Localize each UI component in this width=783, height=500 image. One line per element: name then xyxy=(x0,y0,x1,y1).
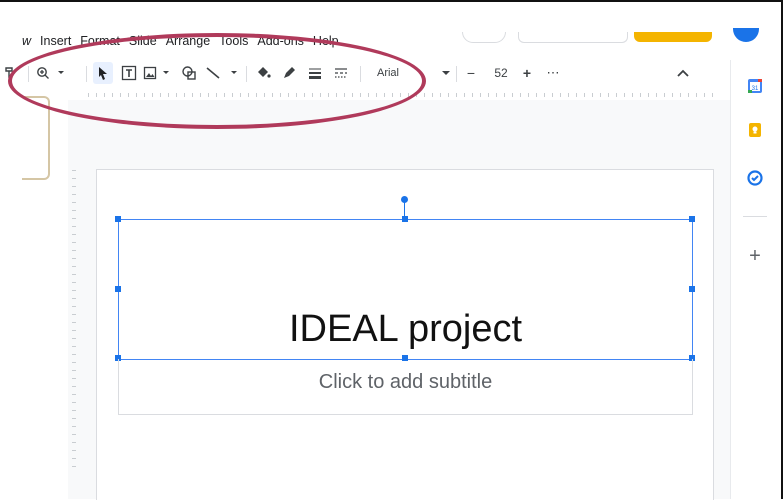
window-top-border xyxy=(0,0,783,2)
tasks-icon[interactable] xyxy=(745,168,765,188)
font-family-dropdown[interactable] xyxy=(438,62,454,84)
keep-icon[interactable] xyxy=(745,120,765,140)
annotation-ellipse xyxy=(8,33,426,129)
menu-view-partial[interactable]: w xyxy=(22,34,31,52)
add-on-plus-icon[interactable]: + xyxy=(745,246,765,266)
comment-button[interactable] xyxy=(462,32,506,43)
more-horizontal-icon: ⋯ xyxy=(546,65,560,80)
vertical-ruler xyxy=(70,170,78,470)
avatar[interactable] xyxy=(733,28,759,42)
calendar-icon[interactable]: 31 xyxy=(745,76,765,96)
subtitle-placeholder[interactable]: Click to add subtitle xyxy=(118,359,693,415)
chevron-down-icon xyxy=(442,71,450,75)
minus-icon: − xyxy=(466,65,476,81)
resize-handle-top-left[interactable] xyxy=(115,216,121,222)
side-panel: 31 + xyxy=(730,60,782,499)
share-button[interactable] xyxy=(634,32,712,42)
resize-handle-right[interactable] xyxy=(689,286,695,292)
toolbar-divider xyxy=(456,66,457,82)
resize-handle-top[interactable] xyxy=(402,216,408,222)
hide-menus-button[interactable] xyxy=(674,62,692,84)
font-size-value: 52 xyxy=(494,66,508,80)
slide-subtitle[interactable]: Click to add subtitle xyxy=(119,371,692,394)
chevron-up-icon xyxy=(677,69,689,77)
decrease-font-size-button[interactable]: − xyxy=(462,62,480,84)
resize-handle-left[interactable] xyxy=(115,286,121,292)
present-button[interactable] xyxy=(518,32,628,43)
resize-handle-top-right[interactable] xyxy=(689,216,695,222)
more-options-button[interactable]: ⋯ xyxy=(542,62,564,84)
svg-text:31: 31 xyxy=(752,86,759,92)
slide-title[interactable]: IDEAL project xyxy=(119,308,692,351)
increase-font-size-button[interactable]: + xyxy=(518,62,536,84)
font-size-field[interactable]: 52 xyxy=(484,62,518,84)
plus-icon: + xyxy=(522,65,532,81)
title-placeholder[interactable]: IDEAL project xyxy=(118,219,693,360)
side-panel-divider xyxy=(743,216,767,217)
